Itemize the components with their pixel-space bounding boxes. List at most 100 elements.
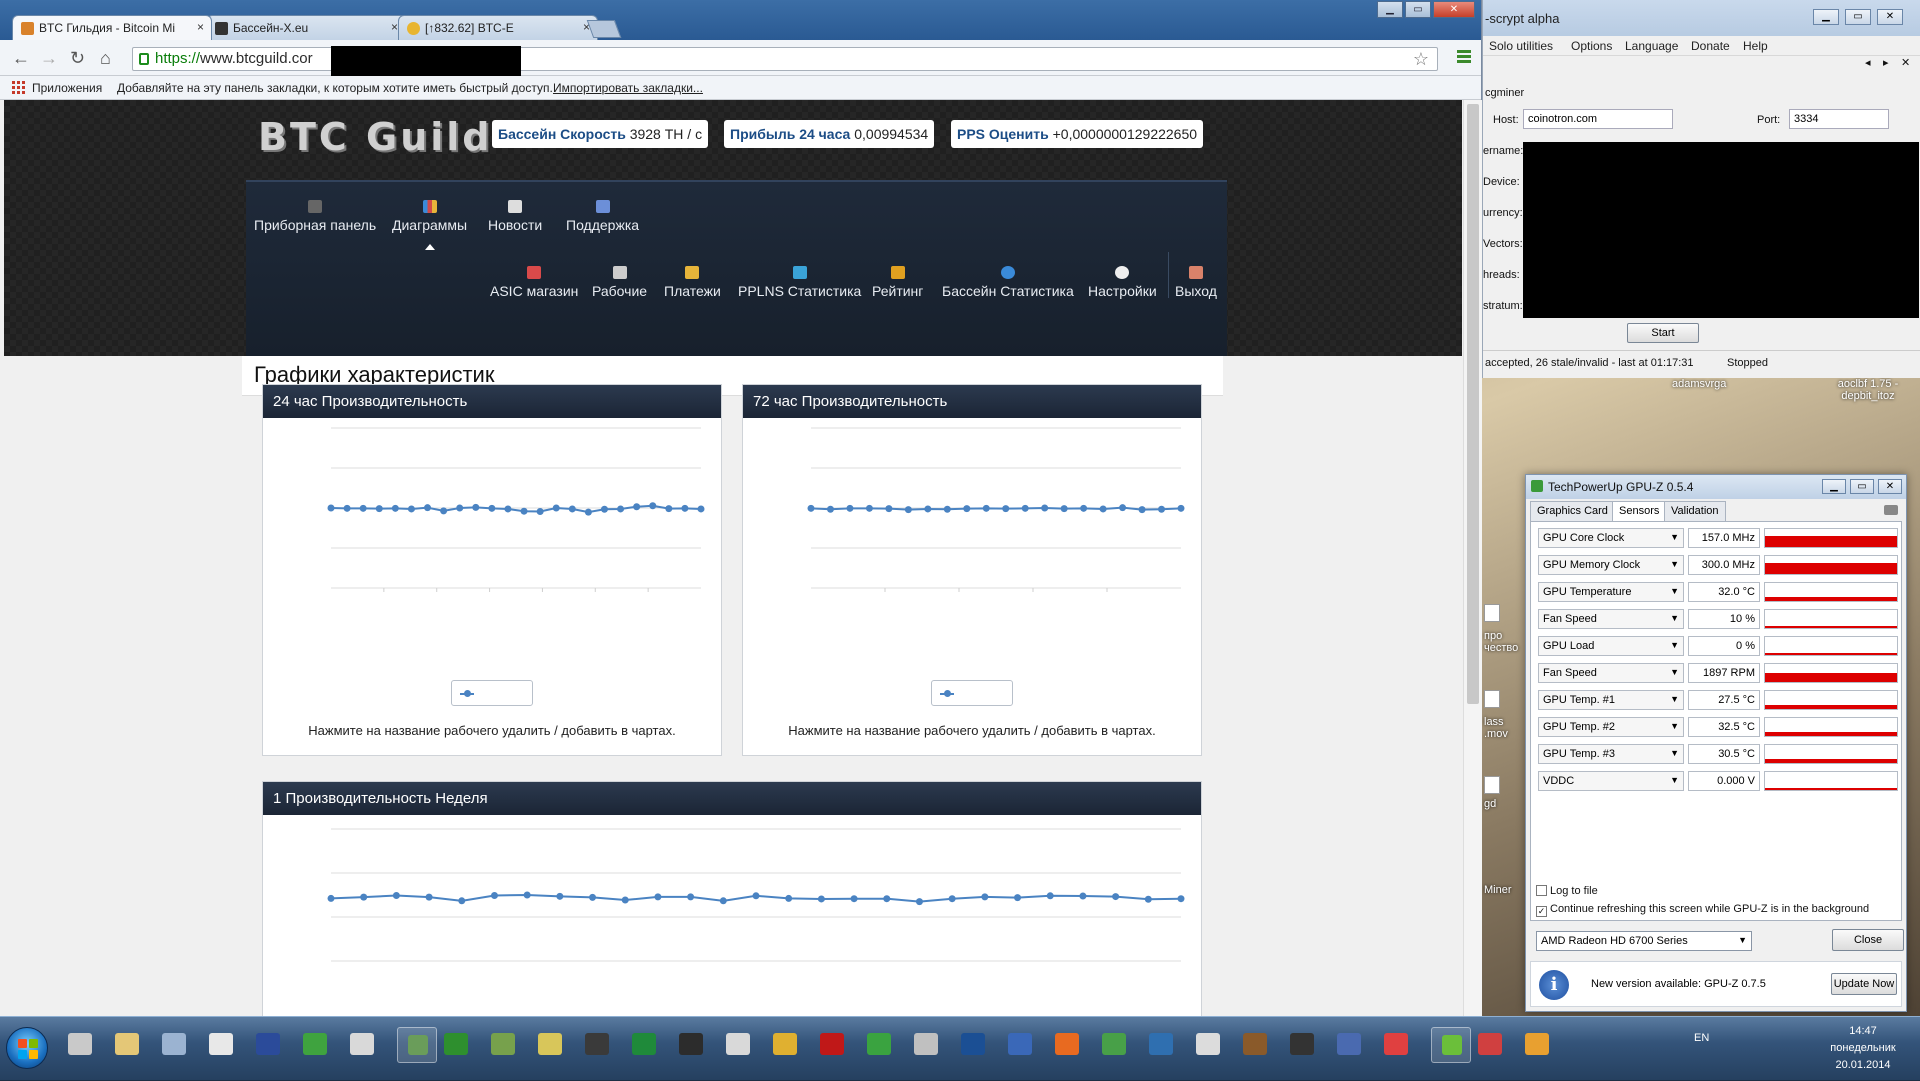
apps-link[interactable]: Приложения: [32, 81, 102, 95]
site-logo[interactable]: BTC Guild: [258, 115, 493, 159]
sensor-name-select[interactable]: Fan Speed ▼: [1538, 663, 1684, 683]
back-icon[interactable]: ←: [12, 48, 30, 69]
taskbar-app-icon[interactable]: [115, 1033, 139, 1055]
nav-dashboard[interactable]: Приборная панель: [254, 200, 376, 233]
sensor-name-select[interactable]: GPU Memory Clock ▼: [1538, 555, 1684, 575]
forward-icon[interactable]: →: [40, 48, 58, 69]
taskbar-app-icon[interactable]: [491, 1033, 515, 1055]
sensor-name-select[interactable]: GPU Load ▼: [1538, 636, 1684, 656]
checkbox-box[interactable]: ✓: [1536, 906, 1547, 917]
apps-icon[interactable]: [12, 81, 25, 94]
nav-logout[interactable]: Выход: [1175, 266, 1217, 299]
tab-pool-x[interactable]: Бассейн-X.eu ×: [206, 15, 406, 40]
chrome-menu-icon[interactable]: [1457, 50, 1471, 65]
taskbar-app-icon[interactable]: [209, 1033, 233, 1055]
close-window-button[interactable]: ✕: [1433, 1, 1475, 18]
taskbar-app-icon[interactable]: [1055, 1033, 1079, 1055]
maximize-button[interactable]: ▭: [1845, 9, 1871, 25]
taskbar-app-icon[interactable]: [444, 1033, 468, 1055]
checkbox-box[interactable]: [1536, 885, 1547, 896]
tab-sensors[interactable]: Sensors: [1612, 501, 1667, 522]
taskbar-app-icon[interactable]: [1243, 1033, 1267, 1055]
nav-pplns-stats[interactable]: PPLNS Статистика: [738, 266, 861, 299]
nav-charts[interactable]: Диаграммы: [392, 200, 467, 233]
taskbar-app-icon[interactable]: [1290, 1033, 1314, 1055]
taskbar-app-icon[interactable]: [585, 1033, 609, 1055]
file-icon[interactable]: [1484, 604, 1500, 622]
taskbar-app-icon[interactable]: [1008, 1033, 1032, 1055]
log-to-file-checkbox[interactable]: Log to file: [1536, 885, 1598, 897]
taskbar-app-icon[interactable]: [679, 1033, 703, 1055]
tab-left-icon[interactable]: ◂: [1865, 56, 1871, 69]
desktop-label[interactable]: про чество: [1484, 630, 1524, 654]
taskbar-app-icon[interactable]: [726, 1033, 750, 1055]
menu-options[interactable]: Options: [1571, 39, 1612, 53]
card-select[interactable]: AMD Radeon HD 6700 Series ▼: [1536, 931, 1752, 951]
close-window-button[interactable]: ✕: [1877, 9, 1903, 25]
taskbar-app-icon[interactable]: [1337, 1033, 1361, 1055]
taskbar-app-icon[interactable]: [538, 1033, 562, 1055]
taskbar-app-icon[interactable]: [256, 1033, 280, 1055]
desktop-label[interactable]: adamsvrga: [1672, 378, 1726, 390]
menu-solo-utilities[interactable]: Solo utilities: [1489, 39, 1553, 53]
file-icon[interactable]: [1484, 776, 1500, 794]
import-bookmarks-link[interactable]: Импортировать закладки...: [553, 81, 703, 95]
nav-settings[interactable]: Настройки: [1088, 266, 1157, 299]
sensor-name-select[interactable]: Fan Speed ▼: [1538, 609, 1684, 629]
maximize-button[interactable]: ▭: [1850, 479, 1874, 494]
nav-rating[interactable]: Рейтинг: [872, 266, 923, 299]
close-window-button[interactable]: ✕: [1878, 479, 1902, 494]
port-input[interactable]: 3334: [1789, 109, 1889, 129]
taskbar-app-icon[interactable]: [1525, 1033, 1549, 1055]
nav-news[interactable]: Новости: [488, 200, 542, 233]
minimize-button[interactable]: ▁: [1822, 479, 1846, 494]
menu-language[interactable]: Language: [1625, 39, 1678, 53]
new-tab-button[interactable]: [586, 20, 622, 38]
close-tab-icon[interactable]: ×: [197, 20, 204, 34]
host-input[interactable]: coinotron.com: [1523, 109, 1673, 129]
start-button[interactable]: Start: [1627, 323, 1699, 343]
start-button[interactable]: [6, 1027, 48, 1069]
sensor-name-select[interactable]: GPU Core Clock ▼: [1538, 528, 1684, 548]
taskbar-app-icon[interactable]: [1431, 1027, 1471, 1063]
camera-icon[interactable]: [1884, 505, 1898, 515]
clock[interactable]: 14:47 понедельник 20.01.2014: [1812, 1023, 1914, 1074]
taskbar-app-icon[interactable]: [773, 1033, 797, 1055]
taskbar-app-icon[interactable]: [1196, 1033, 1220, 1055]
series-legend-toggle[interactable]: [451, 680, 533, 706]
reload-icon[interactable]: ↻: [70, 48, 85, 69]
tab-close-icon[interactable]: ✕: [1901, 56, 1910, 69]
menu-help[interactable]: Help: [1743, 39, 1768, 53]
taskbar-app-icon[interactable]: [1102, 1033, 1126, 1055]
series-legend-toggle[interactable]: [931, 680, 1013, 706]
nav-pool-stats[interactable]: Бассейн Статистика: [942, 266, 1074, 299]
sensor-name-select[interactable]: GPU Temp. #2 ▼: [1538, 717, 1684, 737]
taskbar-app-icon[interactable]: [162, 1033, 186, 1055]
tab-btc-e[interactable]: [↑832.62] BTC-E ×: [398, 15, 598, 40]
sensor-name-select[interactable]: GPU Temp. #3 ▼: [1538, 744, 1684, 764]
taskbar-app-icon[interactable]: [1384, 1033, 1408, 1055]
taskbar-app-icon[interactable]: [914, 1033, 938, 1055]
tab-validation[interactable]: Validation: [1664, 501, 1726, 521]
taskbar-app-icon[interactable]: [350, 1033, 374, 1055]
sensor-name-select[interactable]: GPU Temp. #1 ▼: [1538, 690, 1684, 710]
tab-btcguild[interactable]: BTC Гильдия - Bitcoin Mi ×: [12, 15, 212, 40]
taskbar-app-icon[interactable]: [1149, 1033, 1173, 1055]
desktop-label[interactable]: gd: [1484, 798, 1496, 810]
miner-tab-label[interactable]: cgminer: [1485, 87, 1524, 99]
page-scrollbar[interactable]: [1463, 100, 1482, 1016]
tab-graphics-card[interactable]: Graphics Card: [1530, 501, 1615, 521]
tab-right-icon[interactable]: ▸: [1883, 56, 1889, 69]
file-icon[interactable]: [1484, 690, 1500, 708]
sensor-name-select[interactable]: GPU Temperature ▼: [1538, 582, 1684, 602]
nav-workers[interactable]: Рабочие: [592, 266, 647, 299]
menu-donate[interactable]: Donate: [1691, 39, 1730, 53]
minimize-button[interactable]: ▁: [1377, 1, 1403, 18]
desktop-label[interactable]: lass .mov: [1484, 716, 1518, 740]
desktop-label[interactable]: Miner: [1484, 884, 1512, 896]
minimize-button[interactable]: ▁: [1813, 9, 1839, 25]
taskbar-app-icon[interactable]: [867, 1033, 891, 1055]
bookmark-star-icon[interactable]: ☆: [1413, 49, 1429, 70]
taskbar-app-icon[interactable]: [961, 1033, 985, 1055]
nav-support[interactable]: Поддержка: [566, 200, 639, 233]
